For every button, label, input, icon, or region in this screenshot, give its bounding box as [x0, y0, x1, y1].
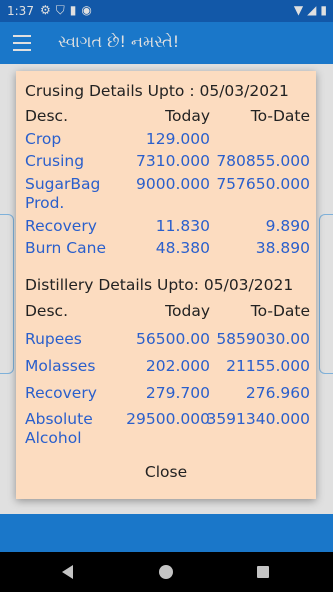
- crushing-row-today: 11.830: [155, 217, 210, 235]
- distillery-row-today: 29500.000: [126, 410, 210, 428]
- distillery-row-label: Rupees: [25, 330, 82, 348]
- crushing-row-todate: 780855.000: [216, 152, 310, 170]
- distillery-row-label: Absolute Alcohol: [25, 410, 93, 447]
- distillery-row-todate: 21155.000: [226, 357, 310, 375]
- crushing-row-today: 48.380: [155, 239, 210, 257]
- crushing-col-today: Today: [165, 107, 210, 125]
- crushing-row-todate: 757650.000: [216, 175, 310, 193]
- distillery-row-label: Recovery: [25, 384, 97, 402]
- distillery-row-label: Molasses: [25, 357, 96, 375]
- crushing-col-desc: Desc.: [25, 107, 68, 125]
- crushing-row-todate: 9.890: [265, 217, 310, 235]
- close-button[interactable]: Close: [16, 463, 316, 481]
- distillery-row-todate: 276.960: [245, 384, 310, 402]
- crushing-col-todate: To-Date: [250, 107, 310, 125]
- crushing-row-label: Recovery: [25, 217, 97, 235]
- crushing-row-today: 129.000: [145, 130, 210, 148]
- distillery-col-todate: To-Date: [250, 302, 310, 320]
- crushing-row-label: Crop: [25, 130, 62, 148]
- crushing-row-label: SugarBag Prod.: [25, 175, 101, 212]
- distillery-row-today: 202.000: [145, 357, 210, 375]
- crushing-row-label: Burn Cane: [25, 239, 106, 257]
- crushing-row-todate: 38.890: [255, 239, 310, 257]
- details-dialog: Crusing Details Upto : 05/03/2021 Desc. …: [16, 71, 316, 499]
- distillery-col-desc: Desc.: [25, 302, 68, 320]
- distillery-row-today: 56500.00: [136, 330, 210, 348]
- distillery-row-todate: 5859030.00: [216, 330, 310, 348]
- distillery-title: Distillery Details Upto: 05/03/2021: [25, 276, 294, 294]
- crushing-row-today: 7310.000: [136, 152, 210, 170]
- distillery-row-todate: 3591340.000: [206, 410, 310, 428]
- distillery-row-today: 279.700: [145, 384, 210, 402]
- crushing-row-today: 9000.000: [136, 175, 210, 193]
- crushing-row-label: Crusing: [25, 152, 85, 170]
- crushing-title: Crusing Details Upto : 05/03/2021: [25, 82, 289, 100]
- distillery-col-today: Today: [165, 302, 210, 320]
